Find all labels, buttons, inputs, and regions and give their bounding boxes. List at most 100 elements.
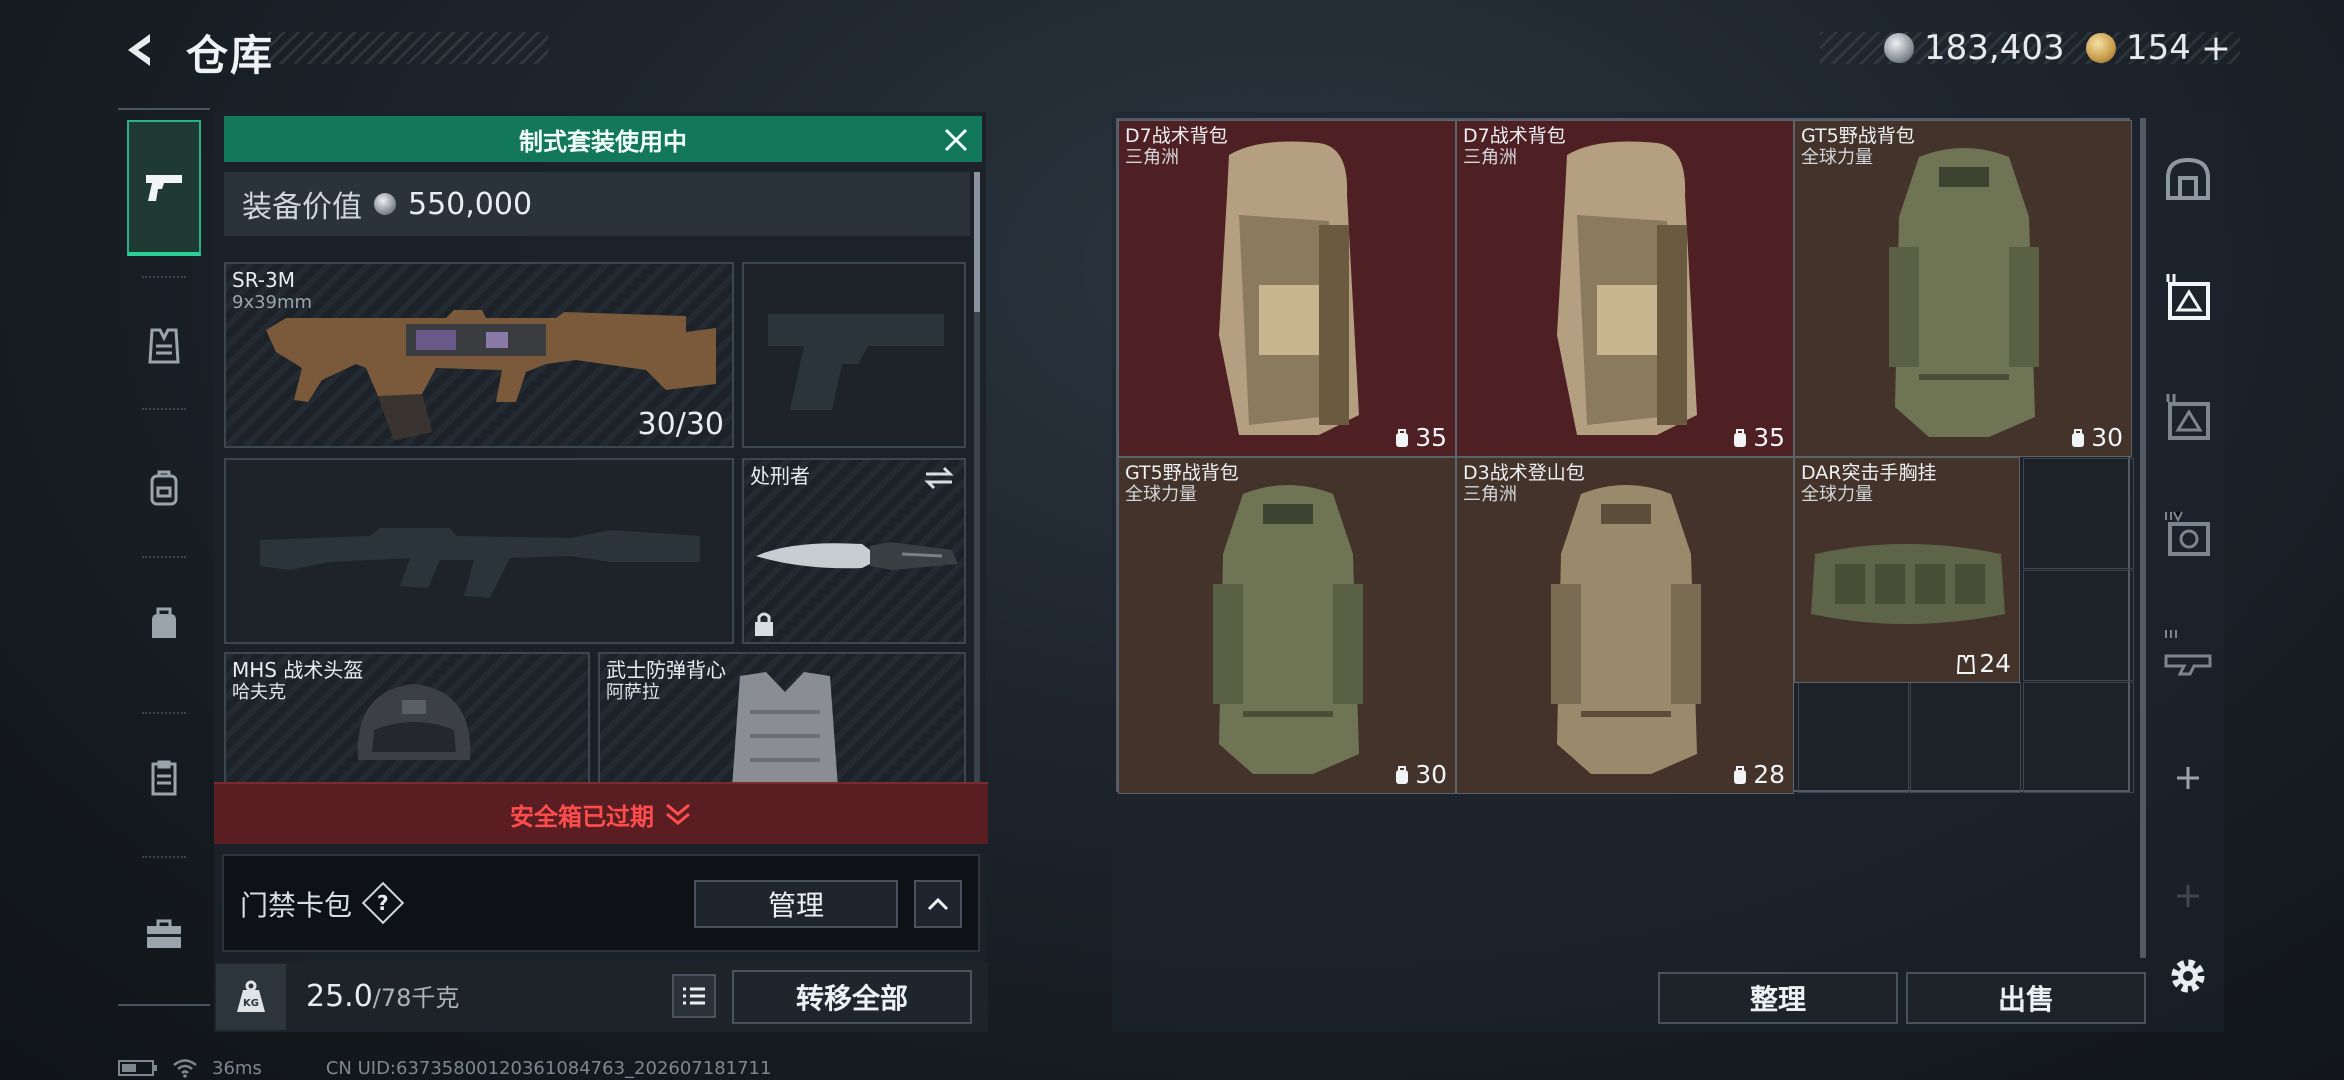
title-decoration [268, 32, 548, 64]
swap-arrows-icon[interactable] [922, 464, 956, 492]
backpack-image [1199, 135, 1379, 445]
add-stash-page-disabled [2152, 860, 2224, 932]
backpack-icon [146, 468, 182, 508]
add-currency-icon[interactable]: + [2201, 28, 2231, 69]
clipboard-icon [146, 758, 182, 798]
battery-icon [118, 1058, 158, 1078]
armor-brand: 阿萨拉 [606, 682, 660, 703]
list-icon [681, 985, 707, 1007]
gold-coin-icon [2086, 33, 2116, 63]
armor-vest-image [720, 662, 850, 784]
helmet-brand: 哈夫克 [232, 682, 286, 703]
backpack-image [1541, 474, 1711, 780]
backpack-cap-icon [1731, 428, 1749, 448]
empty-cell[interactable] [1798, 682, 1909, 793]
briefcase-icon [144, 916, 184, 952]
melee-name: 处刑者 [750, 464, 810, 488]
stash-grid: D7战术背包 三角洲 35 D7战术背包 三角洲 35 GT5野战背包 全球力量… [1116, 118, 2134, 794]
nav-clipboard[interactable] [127, 710, 201, 846]
stash-page-4-icon [2160, 508, 2216, 564]
collapse-button[interactable] [914, 880, 962, 928]
nav-bag[interactable] [127, 556, 201, 692]
gold-currency[interactable]: 154 + [2086, 28, 2231, 69]
backpack-cap-icon [1393, 428, 1411, 448]
equipment-value-label: 装备价值 [242, 190, 362, 225]
secondary-weapon-slot[interactable] [224, 458, 734, 644]
bag-icon [146, 604, 182, 644]
page-title: 仓库 [186, 31, 275, 80]
silver-currency: 183,403 [1884, 28, 2065, 68]
gear-icon [2164, 952, 2212, 1000]
sell-button[interactable]: 出售 [1906, 972, 2146, 1024]
svg-text:KG: KG [243, 998, 259, 1009]
keycard-wallet-label: 门禁卡包 [240, 889, 353, 922]
silver-coin-icon [1884, 33, 1914, 63]
weight-text: 25.0/78千克 [306, 978, 459, 1014]
loadout-scroll-thumb[interactable] [974, 172, 980, 312]
stash-item-gt5-backpack[interactable]: GT5野战背包 全球力量 30 [1794, 120, 2132, 457]
stash-page-4-tab[interactable] [2152, 500, 2224, 572]
manage-button[interactable]: 管理 [694, 880, 898, 928]
backpack-cap-icon [1393, 765, 1411, 785]
stash-page-1-icon [2160, 270, 2216, 326]
ping-value: 36ms [212, 1057, 262, 1079]
empty-cell[interactable] [1910, 682, 2021, 793]
nav-weapons[interactable] [127, 120, 201, 256]
silver-coin-icon [374, 193, 396, 215]
stash-page-1-tab[interactable] [2152, 262, 2224, 334]
backpack-image [1537, 135, 1717, 445]
backpack-image [1203, 474, 1373, 780]
stash-item-dar-chest-rig[interactable]: DAR突击手胸挂 全球力量 24 [1794, 457, 2020, 683]
transfer-all-button[interactable]: 转移全部 [732, 970, 972, 1024]
stash-item-d7-backpack[interactable]: D7战术背包 三角洲 35 [1118, 120, 1456, 457]
stash-page-3-icon [2160, 626, 2216, 682]
lock-icon [752, 610, 776, 638]
nav-backpack[interactable] [127, 420, 201, 556]
empty-cell[interactable] [2023, 458, 2134, 569]
pistol-silhouette-icon [758, 294, 954, 414]
backpack-cap-icon [2069, 428, 2087, 448]
knife-icon [752, 520, 962, 590]
list-view-button[interactable] [672, 974, 716, 1018]
empty-cell[interactable] [2023, 682, 2134, 793]
sort-button[interactable]: 整理 [1658, 972, 1898, 1024]
weight-max: /78千克 [372, 984, 460, 1012]
equipment-value-row: 装备价值 550,000 [224, 172, 970, 236]
melee-slot[interactable]: 处刑者 [742, 458, 966, 644]
add-stash-page-button[interactable] [2152, 742, 2224, 814]
sidearm-slot[interactable] [742, 262, 966, 448]
stash-item-d7-backpack[interactable]: D7战术背包 三角洲 35 [1456, 120, 1794, 457]
back-button[interactable] [112, 22, 168, 78]
weight-kg-icon: KG [216, 964, 286, 1030]
backpack-cap-icon [1731, 765, 1749, 785]
status-bar: 36ms CN UID:637358001203610847​63_202607… [118, 1056, 771, 1080]
safebox-tab[interactable] [2152, 144, 2224, 216]
stash-page-3-tab[interactable] [2152, 618, 2224, 690]
weight-current: 25.0 [306, 979, 373, 1014]
settings-button[interactable] [2152, 940, 2224, 1012]
banner-close-button[interactable] [936, 120, 976, 160]
armor-slot[interactable]: 武士防弹背心 阿萨拉 [598, 652, 966, 786]
safebox-expired-bar[interactable]: 安全箱已过期 [214, 782, 988, 844]
stash-scrollbar[interactable] [2140, 118, 2146, 958]
equipment-value: 550,000 [408, 186, 533, 222]
close-icon [942, 126, 970, 154]
rifle-silhouette-icon [250, 500, 710, 610]
empty-cell[interactable] [2023, 570, 2134, 681]
chest-rig-image [1805, 514, 2011, 634]
ammo-count: 30/30 [637, 407, 724, 442]
primary-weapon-slot[interactable]: SR-3M 9x39mm 30/30 [224, 262, 734, 448]
stash-item-d3-mountain-pack[interactable]: D3战术登山包 三角洲 28 [1456, 457, 1794, 794]
armor-vest-icon [146, 326, 182, 366]
nav-armor[interactable] [127, 278, 201, 414]
stash-page-2-tab[interactable] [2152, 382, 2224, 454]
nav-briefcase[interactable] [127, 866, 201, 1002]
add-page-icon [2174, 764, 2202, 792]
vest-cap-icon [1957, 654, 1976, 674]
left-category-nav [118, 108, 210, 1006]
back-arrow-icon [120, 30, 160, 70]
wifi-icon [172, 1058, 198, 1078]
stash-item-gt5-backpack[interactable]: GT5野战背包 全球力量 30 [1118, 457, 1456, 794]
helmet-slot[interactable]: MHS 战术头盔 哈夫克 [224, 652, 590, 786]
helmet-image [344, 670, 484, 784]
